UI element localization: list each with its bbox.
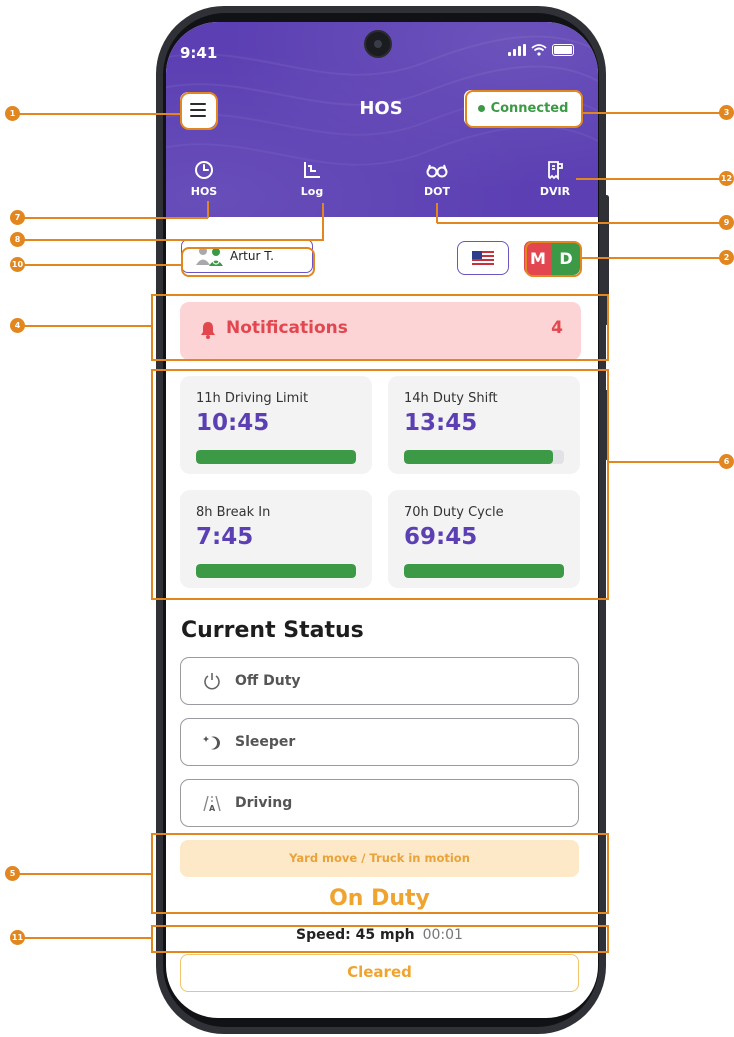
- battery-icon: [552, 44, 574, 56]
- annotation-marker: 9: [719, 215, 734, 230]
- clock-icon: [195, 161, 213, 179]
- status-driving-button[interactable]: A Driving: [180, 779, 579, 827]
- system-status-icons: [508, 44, 574, 56]
- tab-dot[interactable]: DOT: [402, 157, 472, 198]
- annotation-leader-line: [18, 217, 208, 219]
- annotation-marker: 5: [5, 866, 20, 881]
- annotation-box-notifications: [151, 294, 609, 361]
- annotation-box-speed: [151, 925, 609, 953]
- current-status-title: Current Status: [181, 618, 364, 643]
- annotation-leader-line: [437, 222, 723, 224]
- us-flag-icon: [472, 250, 494, 266]
- annotation-leader-line: [18, 937, 152, 939]
- road-icon: A: [203, 795, 221, 812]
- status-option-label: Sleeper: [235, 734, 296, 750]
- annotation-leader-line: [18, 325, 152, 327]
- status-sleeper-button[interactable]: Sleeper: [180, 718, 579, 766]
- annotation-marker: 7: [10, 210, 25, 225]
- tab-hos[interactable]: HOS: [169, 157, 239, 198]
- signal-icon: [508, 44, 526, 56]
- power-icon: [204, 673, 220, 690]
- annotation-leader-line: [207, 201, 209, 218]
- annotation-leader-line: [583, 112, 723, 114]
- annotation-marker: 6: [719, 454, 734, 469]
- status-off-duty-button[interactable]: Off Duty: [180, 657, 579, 705]
- annotation-box-menu: [180, 92, 218, 130]
- annotation-box-connected: [465, 90, 583, 128]
- tab-label: Log: [300, 185, 324, 198]
- moon-icon: [203, 736, 220, 750]
- tab-label: HOS: [190, 185, 218, 198]
- annotation-box-mode: [525, 241, 582, 277]
- status-bar-time: 9:41: [180, 44, 218, 62]
- tab-label: DVIR: [539, 185, 571, 198]
- annotation-leader-line: [18, 239, 324, 241]
- annotation-leader-line: [582, 257, 724, 259]
- annotation-leader-line: [14, 113, 181, 115]
- annotation-leader-line: [14, 873, 152, 875]
- camera-icon: [364, 30, 392, 58]
- status-option-label: Off Duty: [235, 673, 301, 689]
- annotation-box-timers: [151, 369, 609, 600]
- annotation-leader-line: [609, 461, 723, 463]
- annotation-marker: 3: [719, 105, 734, 120]
- annotation-leader-line: [18, 264, 182, 266]
- status-option-label: Driving: [235, 795, 293, 811]
- annotation-leader-line: [436, 203, 438, 223]
- cleared-button[interactable]: Cleared: [180, 954, 579, 992]
- annotation-leader-line: [576, 178, 724, 180]
- annotation-marker: 12: [719, 171, 734, 186]
- tab-log[interactable]: Log: [277, 157, 347, 198]
- report-icon: [548, 161, 563, 180]
- annotation-marker: 10: [10, 257, 25, 272]
- glasses-icon: [426, 164, 448, 178]
- page-title: HOS: [359, 98, 403, 119]
- annotation-marker: 11: [10, 930, 25, 945]
- tab-label: DOT: [424, 185, 450, 198]
- annotation-marker: 4: [10, 318, 25, 333]
- annotation-marker: 1: [5, 106, 20, 121]
- annotation-marker: 2: [719, 250, 734, 265]
- annotation-leader-line: [322, 203, 324, 240]
- annotation-marker: 8: [10, 232, 25, 247]
- svg-text:A: A: [209, 804, 216, 812]
- wifi-icon: [531, 44, 547, 56]
- annotation-box-driver: [181, 247, 315, 277]
- annotation-box-on-duty: [151, 833, 609, 914]
- chart-log-icon: [304, 162, 320, 178]
- language-flag-button[interactable]: [457, 241, 509, 275]
